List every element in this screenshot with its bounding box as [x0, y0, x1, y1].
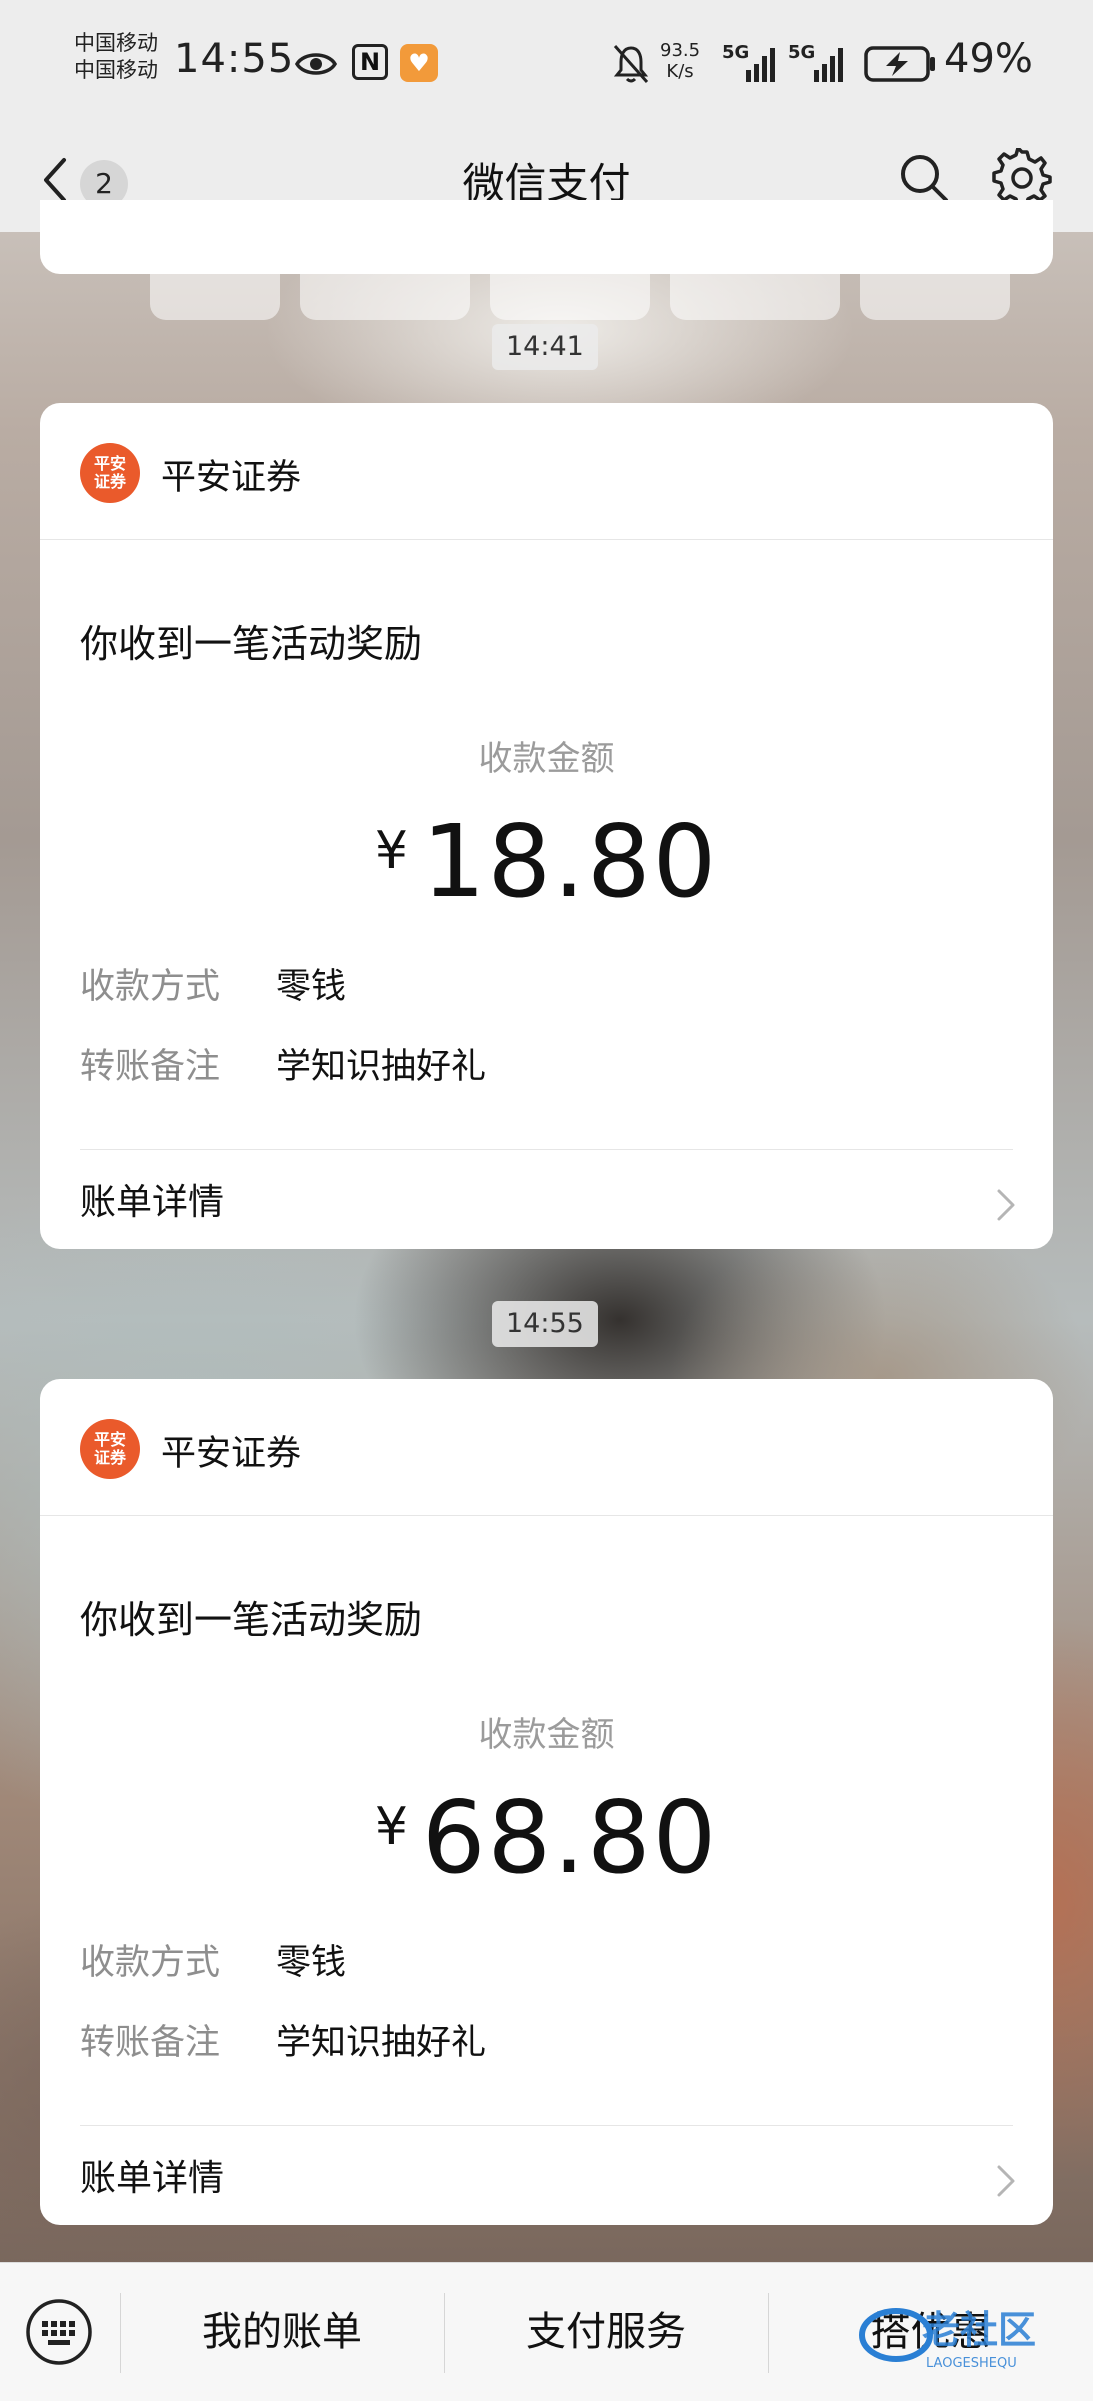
payment-method-value: 零钱	[276, 967, 347, 1007]
transfer-note-label: 转账备注	[80, 1047, 221, 1087]
network-speed-value: 93.5	[660, 40, 701, 61]
watermark-logo: 老社区 LAOGESHEQU	[859, 2308, 1036, 2371]
network-speed-unit: K/s	[666, 61, 694, 82]
amount: ¥68.80	[40, 1779, 1053, 1896]
amount-value: 68.80	[421, 1779, 719, 1896]
signal-5g-icon-1: 5G	[722, 42, 775, 82]
eye-icon	[294, 53, 338, 75]
carrier-2: 中国移动	[74, 58, 158, 82]
currency-symbol: ¥	[374, 821, 408, 881]
divider	[80, 2125, 1013, 2126]
amount-value: 18.80	[421, 803, 719, 920]
previous-message-card-tail	[40, 200, 1053, 274]
currency-symbol: ¥	[374, 1797, 408, 1857]
payment-method-label: 收款方式	[80, 967, 221, 1007]
transfer-note-row: 转账备注 学知识抽好礼	[80, 1038, 486, 1089]
mute-bell-icon	[613, 45, 649, 83]
sender-logo: 平安证券	[80, 443, 140, 503]
transfer-note-row: 转账备注 学知识抽好礼	[80, 2014, 486, 2065]
status-bar: 中国移动 中国移动 14:55 N ♥ 93.5 K/s 5G 5G 49%	[0, 0, 1093, 130]
sender-logo-text: 平安证券	[93, 1430, 126, 1467]
amount: ¥18.80	[40, 803, 1053, 920]
chevron-right-icon	[997, 1189, 1015, 1221]
nfc-icon: N	[352, 44, 388, 80]
payment-method-row: 收款方式 零钱	[80, 958, 346, 1009]
watermark-sub-text: LAOGESHEQU	[926, 2356, 1017, 2371]
sender-name: 平安证券	[161, 458, 302, 498]
transfer-note-value: 学知识抽好礼	[276, 2023, 487, 2063]
chevron-right-icon	[997, 2165, 1015, 2197]
message-timestamp: 14:41	[492, 324, 598, 370]
payment-method-label: 收款方式	[80, 1943, 221, 1983]
payment-notification-card[interactable]: 平安证券 平安证券 你收到一笔活动奖励 收款金额 ¥18.80 收款方式 零钱 转…	[40, 403, 1053, 1249]
network-speed: 93.5 K/s	[660, 40, 700, 82]
carrier-labels: 中国移动 中国移动	[74, 30, 158, 84]
message-headline: 你收到一笔活动奖励	[80, 1598, 423, 1642]
amount-label: 收款金额	[478, 1715, 615, 1755]
bill-detail-link[interactable]: 账单详情	[80, 1173, 224, 1225]
payment-method-row: 收款方式 零钱	[80, 1934, 346, 1985]
bill-detail-link[interactable]: 账单详情	[80, 2149, 224, 2201]
transfer-note-label: 转账备注	[80, 2023, 221, 2063]
sender-logo-text: 平安证券	[93, 454, 126, 491]
signal-5g-icon-2: 5G	[788, 42, 843, 82]
card-header: 平安证券 平安证券	[40, 1379, 1053, 1516]
divider	[80, 1149, 1013, 1150]
gear-icon[interactable]	[992, 148, 1052, 208]
search-icon[interactable]	[896, 150, 952, 206]
menu-my-bills[interactable]: 我的账单	[120, 2263, 444, 2401]
menu-payment-services[interactable]: 支付服务	[444, 2263, 768, 2401]
payment-method-value: 零钱	[276, 1943, 347, 1983]
carrier-1: 中国移动	[74, 31, 158, 55]
message-timestamp: 14:55	[492, 1301, 598, 1347]
keyboard-icon[interactable]	[24, 2297, 94, 2367]
battery-charging-icon	[864, 46, 935, 82]
network-type-1: 5G	[722, 42, 749, 63]
status-time: 14:55	[174, 36, 295, 82]
card-header: 平安证券 平安证券	[40, 403, 1053, 540]
amount-label: 收款金额	[478, 739, 615, 779]
sender-name: 平安证券	[161, 1434, 302, 1474]
message-headline: 你收到一笔活动奖励	[80, 622, 423, 666]
battery-percent: 49%	[944, 36, 1033, 82]
transfer-note-value: 学知识抽好礼	[276, 1047, 487, 1087]
network-type-2: 5G	[788, 42, 815, 63]
app-notification-icon: ♥	[400, 44, 438, 82]
watermark-main-text: 老社区	[922, 2308, 1036, 2352]
sender-logo: 平安证券	[80, 1419, 140, 1479]
bottom-menu-bar: 我的账单 支付服务 搭优惠 老社区 LAOGESHEQU	[0, 2262, 1093, 2401]
payment-notification-card[interactable]: 平安证券 平安证券 你收到一笔活动奖励 收款金额 ¥68.80 收款方式 零钱 转…	[40, 1379, 1053, 2225]
